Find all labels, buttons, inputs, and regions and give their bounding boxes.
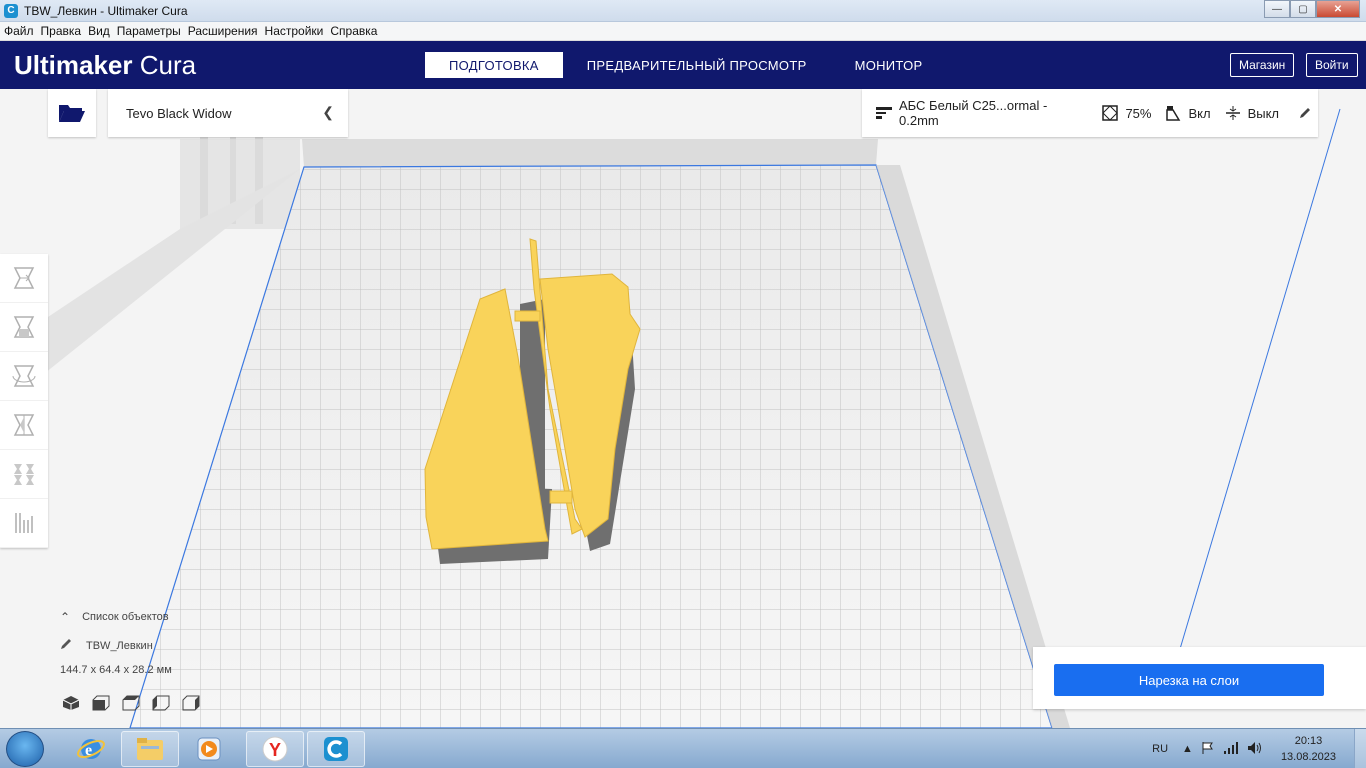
menu-extensions[interactable]: Расширения (188, 24, 258, 38)
object-list-title: Список объектов (82, 611, 169, 623)
menu-edit[interactable]: Правка (41, 24, 82, 38)
tab-preview[interactable]: ПРЕДВАРИТЕЛЬНЫЙ ПРОСМОТР (563, 52, 831, 78)
clock-time: 20:13 (1294, 735, 1323, 747)
cura-taskbar-icon[interactable] (307, 731, 365, 767)
maximize-button[interactable]: ▢ (1290, 0, 1316, 18)
per-model-settings-button[interactable] (0, 450, 48, 499)
object-list: ⌃ Список объектов TBW_Левкин 144.7 x 64.… (60, 610, 280, 676)
tab-prepare[interactable]: ПОДГОТОВКА (425, 52, 563, 78)
scale-tool-button[interactable] (0, 303, 48, 352)
profile-group: АБС Белый С25...ormal - 0.2mm (876, 98, 1088, 128)
scale-icon (13, 316, 35, 338)
menu-view[interactable]: Вид (88, 24, 110, 38)
build-volume-back-wall (302, 139, 878, 167)
system-tray: RU ▲ 20:13 13.08.2023 (1152, 729, 1366, 768)
show-desktop-button[interactable] (1354, 729, 1366, 768)
view-orientation-controls (62, 695, 212, 711)
signin-button[interactable]: Войти (1306, 53, 1358, 77)
window-controls: — ▢ ✕ (1264, 0, 1360, 18)
chevron-left-icon[interactable]: ❮ (322, 104, 334, 121)
tab-monitor[interactable]: МОНИТОР (831, 52, 947, 78)
stage-tabs: ПОДГОТОВКА ПРЕДВАРИТЕЛЬНЫЙ ПРОСМОТР МОНИ… (425, 52, 946, 78)
action-center-flag-icon[interactable] (1201, 741, 1215, 758)
menu-bar: Файл Правка Вид Параметры Расширения Нас… (0, 22, 1366, 41)
object-dimensions: 144.7 x 64.4 x 28.2 мм (60, 664, 172, 676)
infill-group: 75% (1102, 105, 1151, 121)
app-logo: Ultimaker Cura (14, 50, 197, 80)
slice-button[interactable]: Нарезка на слои (1054, 664, 1324, 696)
infill-icon (1102, 105, 1119, 121)
window-title: TBW_Левкин - Ultimaker Cura (24, 3, 188, 18)
clock-date: 13.08.2023 (1280, 751, 1336, 763)
move-tool-button[interactable] (0, 254, 48, 303)
marketplace-button[interactable]: Магазин (1230, 53, 1295, 77)
object-name: TBW_Левкин (86, 639, 153, 652)
pencil-icon[interactable] (60, 638, 72, 653)
folder-icon (59, 105, 85, 122)
pencil-icon[interactable] (1299, 107, 1311, 119)
adhesion-group: Выкл (1225, 105, 1279, 121)
volume-icon[interactable] (1247, 741, 1263, 758)
menu-preferences[interactable]: Настройки (265, 24, 324, 38)
object-list-item[interactable]: TBW_Левкин (60, 638, 280, 653)
minimize-button[interactable]: — (1264, 0, 1290, 18)
file-explorer-icon[interactable] (121, 731, 179, 767)
svg-text:Y: Y (269, 740, 281, 760)
object-list-header[interactable]: ⌃ Список объектов (60, 610, 280, 624)
support-blocker-icon (15, 513, 33, 533)
support-icon (1165, 105, 1181, 121)
printer-name: Tevo Black Widow (126, 105, 232, 121)
support-value: Вкл (1188, 105, 1211, 121)
move-icon (13, 267, 35, 289)
slice-panel: Нарезка на слои (1033, 647, 1366, 709)
view-top-icon[interactable] (122, 695, 140, 711)
app-header: Ultimaker Cura ПОДГОТОВКА ПРЕДВАРИТЕЛЬНЫ… (0, 41, 1366, 89)
rotate-icon (12, 365, 36, 387)
start-button[interactable] (6, 731, 44, 767)
profile-icon (876, 106, 892, 120)
clock[interactable]: 20:13 13.08.2023 (1281, 733, 1336, 765)
cura-app-icon: C (4, 3, 18, 18)
tools-toolbar (0, 254, 48, 548)
internet-explorer-icon[interactable]: e (62, 731, 120, 767)
mirror-icon (13, 414, 35, 436)
network-icon[interactable] (1223, 741, 1239, 758)
profile-label: АБС Белый С25...ormal - 0.2mm (899, 98, 1048, 128)
show-hidden-icons-icon[interactable]: ▲ (1182, 743, 1193, 755)
view-front-icon[interactable] (92, 695, 110, 711)
window-titlebar: C TBW_Левкин - Ultimaker Cura — ▢ ✕ (0, 0, 1366, 22)
yandex-browser-icon[interactable]: Y (246, 731, 304, 767)
support-blocker-button[interactable] (0, 499, 48, 548)
view-3d-icon[interactable] (62, 695, 80, 711)
language-indicator[interactable]: RU (1152, 743, 1168, 755)
media-player-icon[interactable] (180, 731, 238, 767)
mirror-tool-button[interactable] (0, 401, 48, 450)
windows-taskbar: e Y RU ▲ 20:13 13.08.2023 (0, 728, 1366, 768)
view-left-icon[interactable] (152, 695, 170, 711)
support-group: Вкл (1165, 105, 1211, 121)
build-volume-edge (1179, 108, 1341, 650)
menu-parameters[interactable]: Параметры (117, 24, 181, 38)
menu-help[interactable]: Справка (330, 24, 377, 38)
open-file-button[interactable] (48, 89, 96, 137)
print-settings-panel[interactable]: АБС Белый С25...ormal - 0.2mm 75% Вкл Вы… (862, 89, 1318, 137)
printer-selector[interactable]: Tevo Black Widow ❮ (108, 89, 348, 137)
rotate-tool-button[interactable] (0, 352, 48, 401)
per-model-settings-icon (14, 464, 34, 485)
close-button[interactable]: ✕ (1316, 0, 1360, 18)
infill-value: 75% (1125, 105, 1152, 121)
adhesion-value: Выкл (1247, 105, 1279, 121)
chevron-up-icon[interactable]: ⌃ (60, 610, 70, 624)
adhesion-icon (1225, 105, 1241, 121)
view-right-icon[interactable] (182, 695, 200, 711)
menu-file[interactable]: Файл (4, 24, 34, 38)
